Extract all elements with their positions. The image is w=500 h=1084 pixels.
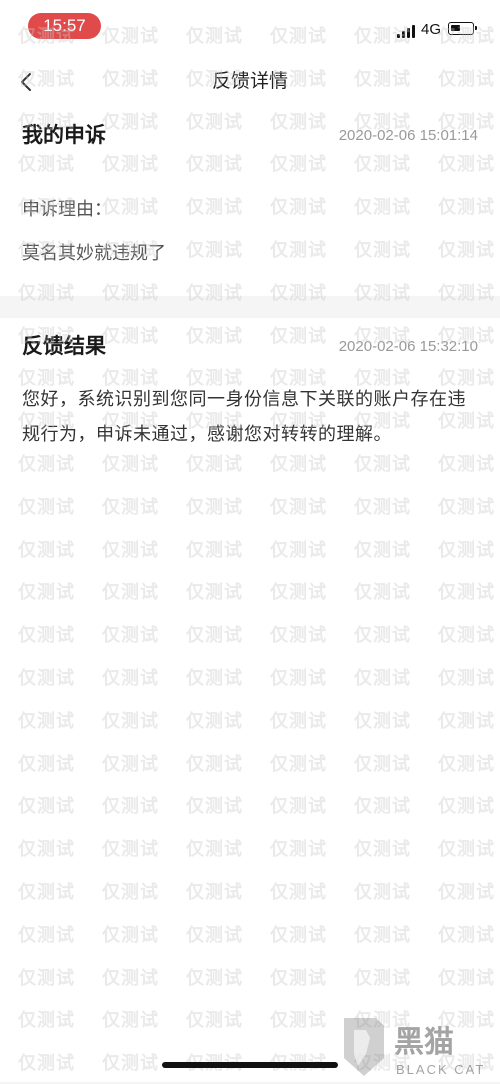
status-bar: 15:57 4G bbox=[0, 0, 500, 56]
appeal-timestamp: 2020-02-06 15:01:14 bbox=[338, 127, 478, 144]
appeal-title: 我的申诉 bbox=[22, 123, 106, 147]
appeal-reason-label: 申诉理由： bbox=[22, 199, 112, 220]
result-timestamp: 2020-02-06 15:32:10 bbox=[338, 338, 478, 355]
battery-icon bbox=[448, 22, 477, 35]
result-message: 您好，系统识别到您同一身份信息下关联的账户存在违规行为，申诉未通过，感谢您对转转… bbox=[22, 389, 466, 445]
result-card: 反馈结果 2020-02-06 15:32:10 您好，系统识别到您同一身份信息… bbox=[0, 318, 500, 1082]
chevron-left-icon[interactable] bbox=[10, 62, 46, 100]
network-type: 4G bbox=[421, 21, 442, 38]
signal-strength-icon bbox=[397, 24, 417, 38]
appeal-reason-text: 莫名其妙就违规了 bbox=[22, 243, 166, 264]
black-cat-logo: 黑猫 BLACK CAT bbox=[336, 1014, 496, 1080]
home-indicator bbox=[162, 1062, 338, 1068]
status-time: 15:57 bbox=[28, 13, 101, 39]
nav-bar: 反馈详情 bbox=[0, 56, 500, 106]
result-title: 反馈结果 bbox=[22, 334, 106, 358]
svg-text:黑猫: 黑猫 bbox=[394, 1025, 454, 1060]
appeal-card: 我的申诉 2020-02-06 15:01:14 申诉理由： 莫名其妙就违规了 bbox=[0, 106, 500, 296]
page-title: 反馈详情 bbox=[211, 70, 288, 92]
svg-text:BLACK CAT: BLACK CAT bbox=[396, 1062, 485, 1077]
